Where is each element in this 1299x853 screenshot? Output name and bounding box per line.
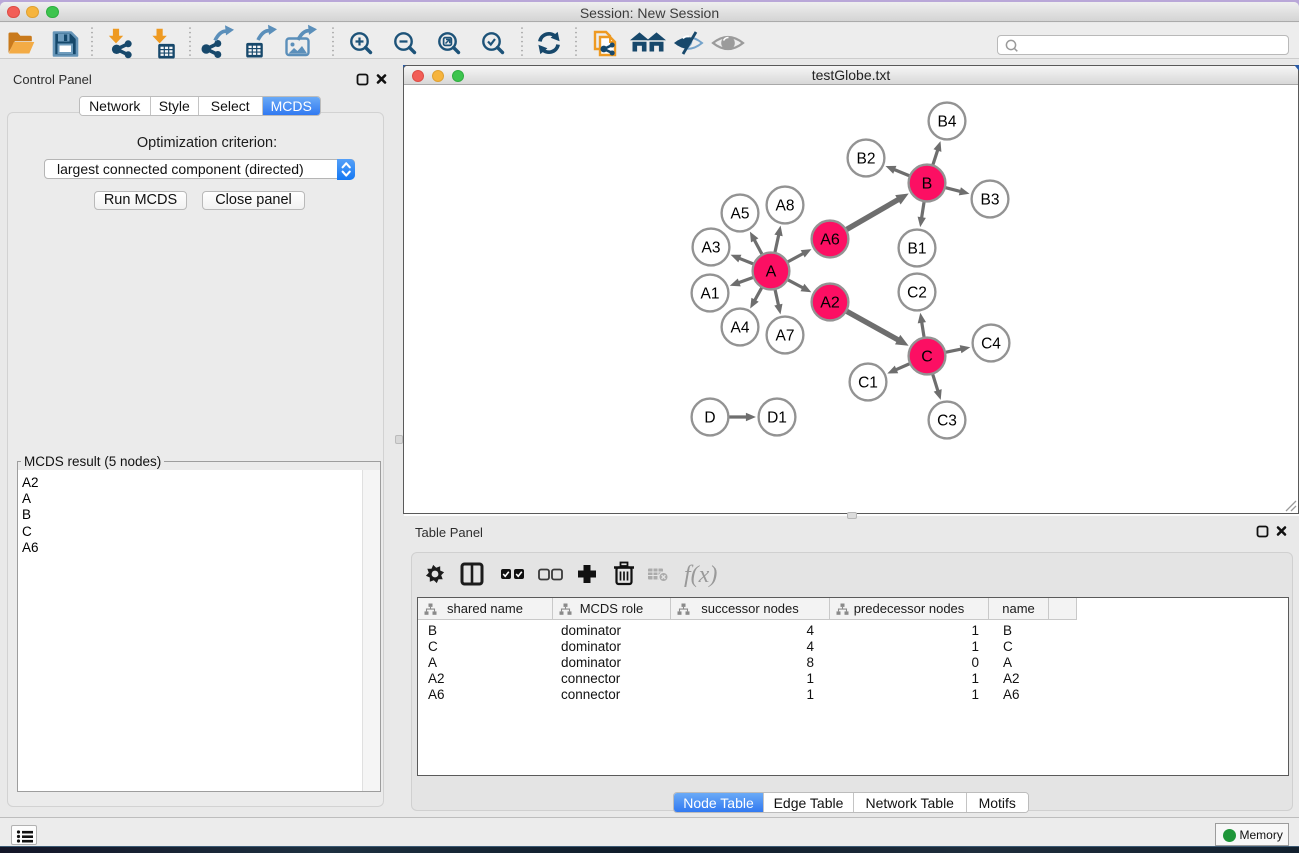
svg-text:C3: C3 [937, 412, 957, 429]
svg-text:A8: A8 [776, 197, 795, 214]
svg-text:C4: C4 [981, 335, 1001, 352]
svg-text:B1: B1 [908, 240, 927, 257]
svg-text:B3: B3 [981, 191, 1000, 208]
svg-text:A3: A3 [702, 239, 721, 256]
svg-text:C: C [921, 348, 933, 365]
svg-text:A6: A6 [820, 231, 840, 248]
svg-text:D: D [704, 409, 715, 426]
svg-text:A7: A7 [776, 327, 795, 344]
svg-text:B2: B2 [857, 150, 876, 167]
svg-text:A2: A2 [820, 294, 840, 311]
svg-text:A: A [766, 263, 777, 280]
svg-text:A5: A5 [731, 205, 750, 222]
svg-text:C1: C1 [858, 374, 878, 391]
svg-text:A4: A4 [731, 319, 750, 336]
svg-text:A1: A1 [701, 285, 720, 302]
svg-text:D1: D1 [767, 409, 787, 426]
svg-text:C2: C2 [907, 284, 927, 301]
svg-text:f(x): f(x) [684, 562, 717, 588]
svg-text:B4: B4 [938, 113, 957, 130]
svg-text:B: B [922, 175, 933, 192]
